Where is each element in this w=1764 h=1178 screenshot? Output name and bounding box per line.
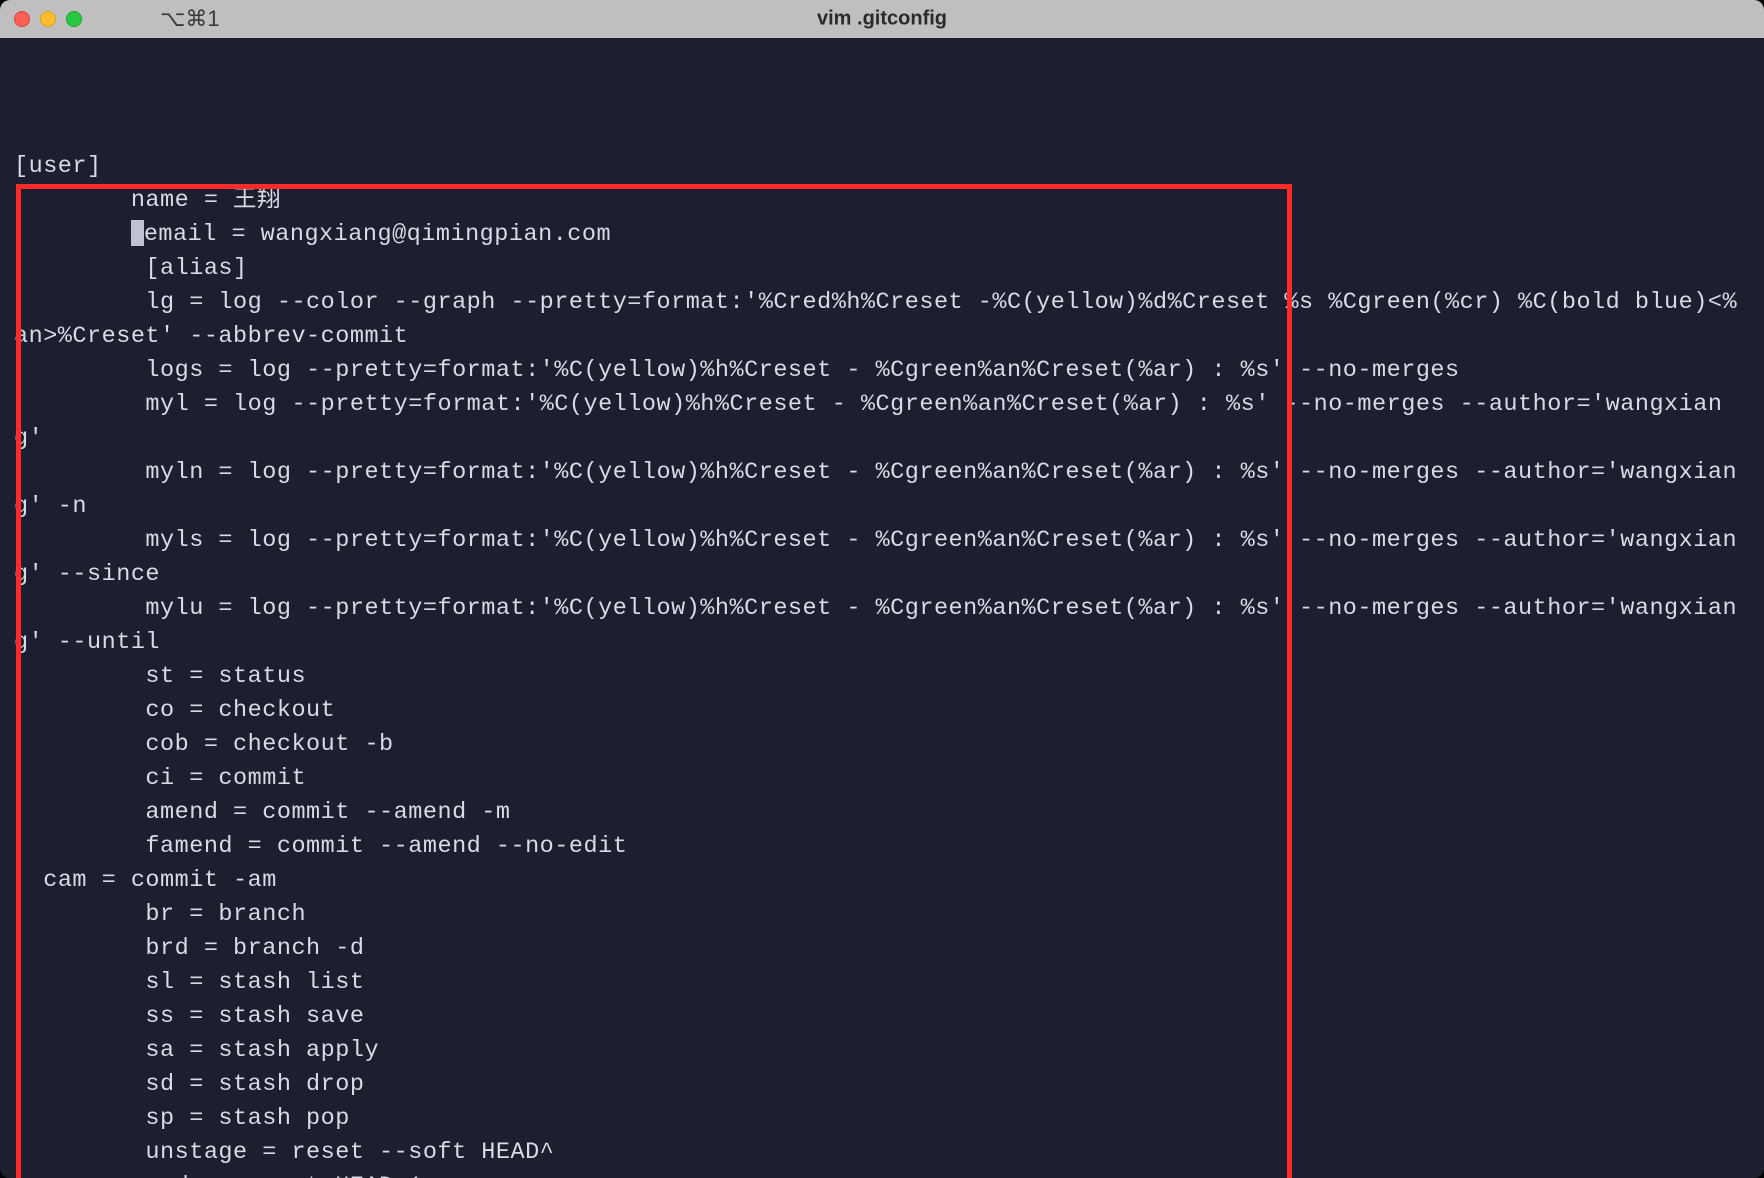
terminal-line: name = 王翔 [14,184,1750,218]
terminal-line: amend = commit --amend -m [14,796,1750,830]
tab-shortcut-label: ⌥⌘1 [160,6,220,32]
traffic-lights [0,11,82,27]
terminal-line: sl = stash list [14,966,1750,1000]
terminal-window: ⌥⌘1 vim .gitconfig [user] name = 王翔 emai… [0,0,1764,1178]
terminal-content[interactable]: [user] name = 王翔 email = wangxiang@qimin… [0,38,1764,1178]
terminal-line: ci = commit [14,762,1750,796]
terminal-line: co = checkout [14,694,1750,728]
terminal-line: [user] [14,150,1750,184]
terminal-line: [alias] [14,252,1750,286]
titlebar[interactable]: ⌥⌘1 vim .gitconfig [0,0,1764,38]
terminal-line: st = status [14,660,1750,694]
terminal-line: myln = log --pretty=format:'%C(yellow)%h… [14,456,1750,524]
terminal-line: sa = stash apply [14,1034,1750,1068]
terminal-line: ss = stash save [14,1000,1750,1034]
terminal-line: br = branch [14,898,1750,932]
window-title: vim .gitconfig [817,8,947,31]
terminal-line: unstage = reset --soft HEAD^ [14,1136,1750,1170]
cursor [131,220,144,246]
terminal-line: email = wangxiang@qimingpian.com [14,218,1750,252]
minimize-icon[interactable] [40,11,56,27]
terminal-line: sd = stash drop [14,1068,1750,1102]
terminal-line: sp = stash pop [14,1102,1750,1136]
terminal-line: brd = branch -d [14,932,1750,966]
terminal-line: logs = log --pretty=format:'%C(yellow)%h… [14,354,1750,388]
terminal-line: myl = log --pretty=format:'%C(yellow)%h%… [14,388,1750,456]
terminal-line: cob = checkout -b [14,728,1750,762]
terminal-line: famend = commit --amend --no-edit [14,830,1750,864]
zoom-icon[interactable] [66,11,82,27]
terminal-line: cam = commit -am [14,864,1750,898]
terminal-line: myls = log --pretty=format:'%C(yellow)%h… [14,524,1750,592]
terminal-line: mylu = log --pretty=format:'%C(yellow)%h… [14,592,1750,660]
terminal-line: lg = log --color --graph --pretty=format… [14,286,1750,354]
close-icon[interactable] [14,11,30,27]
terminal-line: undo = reset HEAD~1 [14,1170,1750,1178]
